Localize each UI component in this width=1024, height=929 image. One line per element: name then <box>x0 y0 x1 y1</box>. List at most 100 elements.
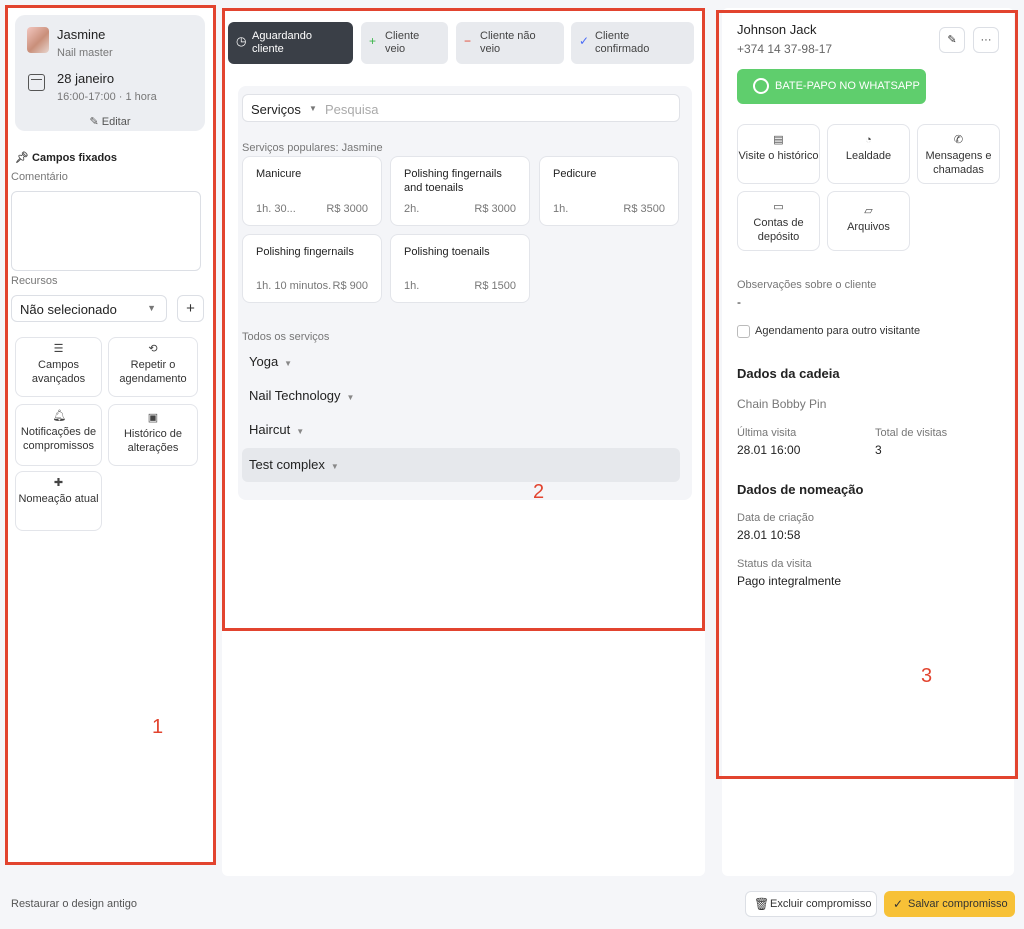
plus-icon: + <box>186 300 195 317</box>
total-visits-value: 3 <box>875 443 882 457</box>
visit-status-label: Status da visita <box>737 558 812 570</box>
chevron-down-icon: ▼ <box>309 104 317 113</box>
document-icon: ▤ <box>773 134 784 146</box>
check-icon: ✓ <box>893 897 904 911</box>
plus-icon: + <box>369 34 377 48</box>
appointment-date: 28 janeiro <box>57 71 115 86</box>
popular-services-label: Serviços populares: Jasmine <box>242 142 383 154</box>
chevron-down-icon: ▼ <box>296 427 305 436</box>
more-options-button[interactable]: ··· <box>973 27 999 53</box>
created-date-label: Data de criação <box>737 512 815 524</box>
folder-icon: ▱ <box>864 205 873 217</box>
advanced-fields-tile[interactable]: ☰ Campos avançados <box>15 337 102 397</box>
appointment-data-heading: Dados de nomeação <box>737 482 864 497</box>
deposit-accounts-tile[interactable]: ▭ Contas de depósito <box>737 191 820 251</box>
delete-appointment-button[interactable]: 🗑︎ Excluir compromisso <box>745 891 877 917</box>
calendar-icon <box>28 74 45 91</box>
chevron-down-icon: ▼ <box>346 393 355 402</box>
loyalty-tile[interactable]: ◔ Lealdade <box>827 124 910 184</box>
check-icon: ✓ <box>579 34 590 48</box>
status-client-came-button[interactable]: + Cliente veio <box>361 22 448 64</box>
master-name: Jasmine <box>57 27 106 42</box>
clock-icon: ◷ <box>236 34 247 48</box>
category-nail-technology[interactable]: Nail Technology ▼ <box>242 379 680 413</box>
chain-data-heading: Dados da cadeia <box>737 366 840 381</box>
whatsapp-icon <box>753 78 769 94</box>
repeat-icon: ⟲ <box>148 343 158 355</box>
chevron-down-icon: ▼ <box>330 462 339 471</box>
services-search-bar: Serviços ▼ Pesquisa <box>242 94 680 122</box>
service-card[interactable]: Polishing fingernails 1h. 10 minutos. R$… <box>242 234 382 303</box>
client-notes-value: - <box>737 295 741 309</box>
service-card[interactable]: Manicure 1h. 30... R$ 3000 <box>242 156 382 226</box>
services-panel: Serviços ▼ Pesquisa Serviços populares: … <box>238 86 692 500</box>
annotation-label-2: 2 <box>533 481 545 503</box>
phone-icon: ✆ <box>953 134 964 146</box>
client-notes-label: Observações sobre o cliente <box>737 279 877 291</box>
current-appointment-tile[interactable]: ✚ Nomeação atual <box>15 471 102 531</box>
left-panel: Jasmine Nail master 28 janeiro 16:00-17:… <box>5 5 216 865</box>
created-date-value: 28.01 10:58 <box>737 528 801 542</box>
visit-status-value: Pago integralmente <box>737 574 842 588</box>
visit-history-tile[interactable]: ▤ Visite o histórico <box>737 124 820 184</box>
chain-name: Chain Bobby Pin <box>737 397 827 411</box>
category-haircut[interactable]: Haircut ▼ <box>242 413 680 447</box>
minus-icon: − <box>464 34 472 48</box>
edit-client-button[interactable]: ✎ <box>939 27 965 53</box>
add-resource-button[interactable]: + <box>177 295 204 322</box>
whatsapp-chat-button[interactable]: BATE-PAPO NO WHATSAPP <box>737 69 926 104</box>
all-services-label: Todos os serviços <box>242 331 330 343</box>
trash-icon: 🗑︎ <box>754 897 770 911</box>
plus-icon: ✚ <box>53 477 64 489</box>
save-appointment-button[interactable]: ✓ Salvar compromisso <box>884 891 1015 917</box>
avatar <box>27 27 49 53</box>
resources-select[interactable]: Não selecionado ▼ <box>11 295 167 322</box>
resources-label: Recursos <box>11 275 58 287</box>
other-visitor-checkbox[interactable] <box>737 325 750 338</box>
status-no-show-button[interactable]: − Cliente não veio <box>456 22 564 64</box>
service-card[interactable]: Polishing fingernails and toenails 2h. R… <box>390 156 530 226</box>
service-card[interactable]: Pedicure 1h. R$ 3500 <box>539 156 679 226</box>
list-icon: ☰ <box>53 343 64 355</box>
total-visits-label: Total de visitas <box>875 427 948 439</box>
loyalty-icon: ◔ <box>865 134 872 146</box>
history-icon: ▣ <box>147 412 159 424</box>
restore-old-design-link[interactable]: Restaurar o design antigo <box>11 898 137 910</box>
chevron-down-icon: ▼ <box>147 303 156 313</box>
annotation-label-3: 3 <box>921 665 933 687</box>
pinned-fields-heading: 📌︎ Campos fixados <box>15 152 117 164</box>
client-phone: +374 14 37-98-17 <box>737 42 833 56</box>
chevron-down-icon: ▼ <box>284 359 293 368</box>
status-waiting-button[interactable]: ◷ Aguardando cliente <box>228 22 353 64</box>
last-visit-value: 28.01 16:00 <box>737 443 801 457</box>
category-yoga[interactable]: Yoga ▼ <box>242 345 680 379</box>
status-confirmed-button[interactable]: ✓ Cliente confirmado <box>571 22 694 64</box>
comment-input[interactable] <box>11 191 201 271</box>
briefcase-icon: ▭ <box>773 201 784 213</box>
notifications-tile[interactable]: 🔔︎ Notificações de compromissos <box>15 404 102 466</box>
comment-label: Comentário <box>11 171 68 183</box>
services-dropdown[interactable]: Serviços <box>251 102 301 117</box>
master-card[interactable]: Jasmine Nail master 28 janeiro 16:00-17:… <box>15 15 205 131</box>
pin-icon: 📌︎ <box>15 152 33 164</box>
appointment-time: 16:00-17:00 · 1 hora <box>57 91 157 103</box>
pencil-icon: ✎ <box>89 116 102 128</box>
bell-icon: 🔔︎ <box>52 410 67 422</box>
pencil-icon: ✎ <box>947 34 957 46</box>
messages-calls-tile[interactable]: ✆ Mensagens e chamadas <box>917 124 1000 184</box>
files-tile[interactable]: ▱ Arquivos <box>827 191 910 251</box>
edit-button[interactable]: ✎ Editar <box>15 115 205 128</box>
master-role: Nail master <box>57 47 113 59</box>
annotation-label-1: 1 <box>152 716 164 738</box>
ellipsis-icon: ··· <box>980 34 992 46</box>
service-card[interactable]: Polishing toenails 1h. R$ 1500 <box>390 234 530 303</box>
change-history-tile[interactable]: ▣ Histórico de alterações <box>108 404 198 466</box>
other-visitor-label: Agendamento para outro visitante <box>755 325 921 337</box>
last-visit-label: Última visita <box>737 427 797 439</box>
repeat-appointment-tile[interactable]: ⟲ Repetir o agendamento <box>108 337 198 397</box>
category-test-complex[interactable]: Test complex ▼ <box>242 448 680 482</box>
middle-panel: ◷ Aguardando cliente + Cliente veio − Cl… <box>222 8 705 876</box>
right-panel: Johnson Jack +374 14 37-98-17 ✎ ··· BATE… <box>722 8 1014 876</box>
client-name: Johnson Jack <box>737 22 817 37</box>
search-input[interactable]: Pesquisa <box>325 102 378 117</box>
